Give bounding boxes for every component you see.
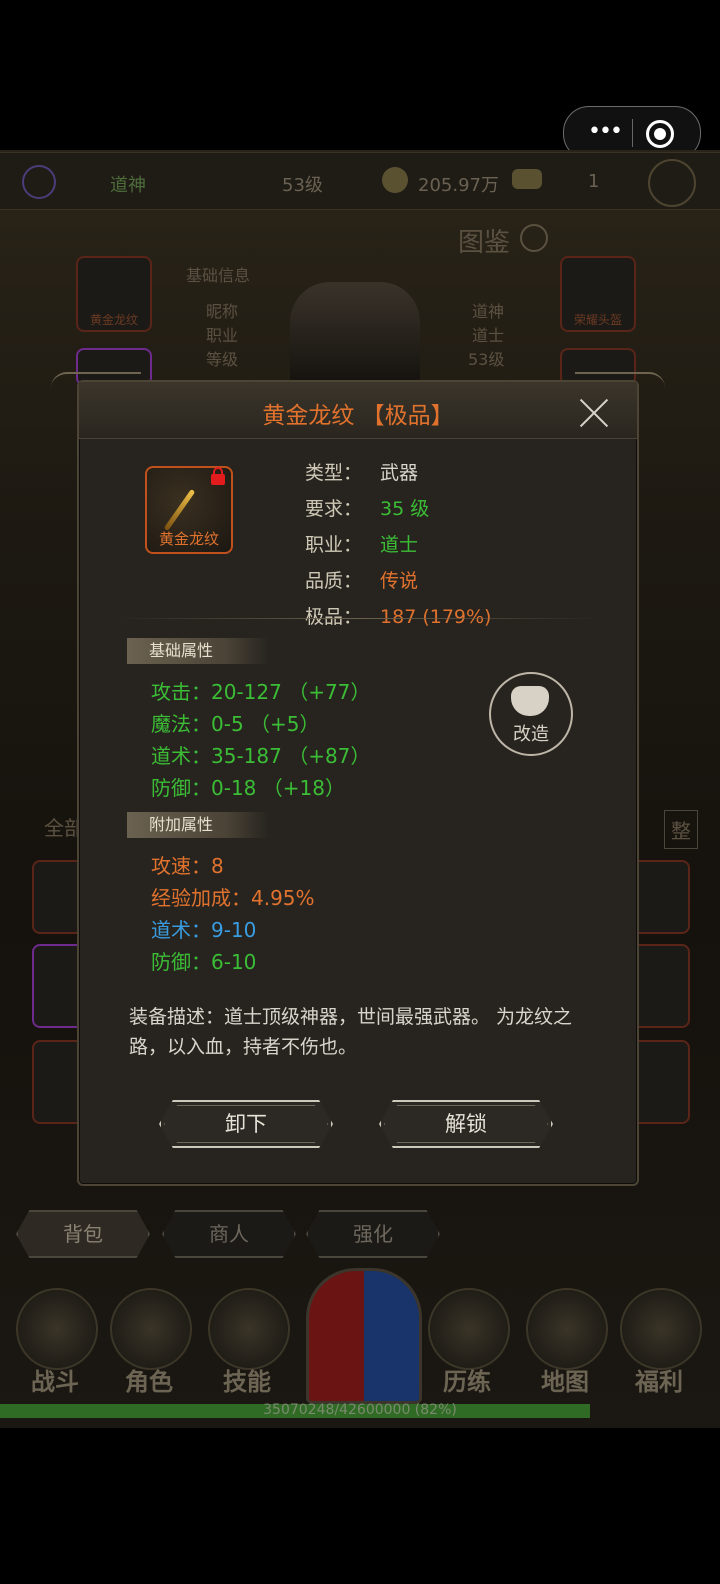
codex-title[interactable]: 图鉴 (458, 222, 510, 259)
nav-battle[interactable]: 战斗 (12, 1288, 98, 1398)
info-row-excellence: 极品： 187 (179%) (305, 606, 492, 628)
item-detail-dialog: 黄金龙纹 【极品】 黄金龙纹 类型： 武器 要求： 35 级 职业： 道士 品质： 传说… (51, 372, 665, 1186)
lock-icon (211, 467, 225, 485)
attr-taoism: 道术：35-187 （+87） (151, 744, 371, 768)
reforge-button[interactable]: 改造 (489, 672, 573, 756)
nav-map[interactable]: 地图 (522, 1288, 608, 1398)
scroll-map-icon (526, 1288, 608, 1370)
attr-attack: 攻击：20-127 （+77） (151, 680, 371, 704)
tab-merchant[interactable]: 商人 (162, 1210, 296, 1258)
tab-backpack[interactable]: 背包 (16, 1210, 150, 1258)
attr-magic: 魔法：0-5 （+5） (151, 712, 320, 736)
unlock-button[interactable]: 解锁 (379, 1100, 553, 1148)
dialog-title: 黄金龙纹 【极品】 (262, 403, 454, 429)
exp-text: 35070248/42600000 (82%) (263, 1402, 457, 1418)
info-row-type: 类型： 武器 (305, 462, 419, 484)
info-row-quality: 品质： 传说 (305, 570, 419, 592)
sort-button[interactable]: 整 (664, 810, 698, 849)
player-level: 53级 (282, 175, 323, 196)
helmet-slot-label: 荣耀头盔 (573, 313, 622, 327)
character-figure (290, 282, 420, 382)
more-dots-icon[interactable]: ••• (588, 119, 623, 144)
item-icon: 黄金龙纹 (145, 466, 233, 554)
record-icon[interactable] (646, 120, 674, 148)
nav-skills[interactable]: 技能 (204, 1288, 290, 1398)
helmet-slot[interactable]: 荣耀头盔 (560, 256, 636, 332)
treasure-chest-icon (620, 1288, 702, 1370)
vortex-icon (428, 1288, 510, 1370)
player-topbar: 道神 53级 205.97万 1 (0, 152, 720, 210)
job-value: 道士 (472, 326, 505, 345)
level-value: 53级 (468, 350, 505, 369)
level-label: 等级 (206, 350, 239, 369)
weapon-slot-label: 黄金龙纹 (89, 313, 138, 327)
gold-amount: 205.97万 (418, 175, 499, 196)
ingot-icon (512, 169, 542, 189)
player-name: 道神 (110, 175, 146, 196)
divider (119, 618, 599, 619)
extra-attr-section-title: 附加属性 (127, 812, 269, 838)
staff-icon (163, 488, 196, 532)
basic-info-title: 基础信息 (186, 266, 251, 285)
nickname-value: 道神 (472, 302, 505, 321)
item-description: 装备描述：道士顶级神器，世间最强武器。 为龙纹之路，以入血，持者不伤也。 (129, 1006, 573, 1058)
gold-coin-icon (382, 167, 408, 193)
item-icon-label: 黄金龙纹 (158, 530, 219, 548)
ingot-amount: 1 (588, 171, 600, 192)
attr-defense: 防御：0-18 （+18） (151, 776, 345, 800)
job-label: 职业 (206, 326, 239, 345)
crossed-swords-icon (16, 1288, 98, 1370)
weapon-slot[interactable]: 黄金龙纹 (76, 256, 152, 332)
reforge-label: 改造 (513, 724, 549, 745)
help-icon[interactable] (520, 224, 548, 252)
tab-enhance[interactable]: 强化 (306, 1210, 440, 1258)
base-attr-section-title: 基础属性 (127, 638, 269, 664)
center-portal-button[interactable] (306, 1268, 422, 1404)
nav-character[interactable]: 角色 (106, 1288, 192, 1398)
info-row-requirement: 要求： 35 级 (305, 498, 430, 520)
nav-welfare[interactable]: 福利 (616, 1288, 702, 1398)
nav-training[interactable]: 历练 (424, 1288, 510, 1398)
attr-attack-speed: 攻速：8 (151, 854, 224, 878)
info-row-job: 职业： 道士 (305, 534, 419, 556)
nickname-label: 昵称 (206, 302, 239, 321)
helmet-icon (110, 1288, 192, 1370)
avatar-icon[interactable] (22, 165, 56, 199)
skill-emblem-icon (208, 1288, 290, 1370)
attr-exp-bonus: 经验加成：4.95% (151, 886, 315, 910)
crown-icon[interactable] (648, 159, 696, 207)
close-icon[interactable] (577, 396, 611, 430)
attr-extra-taoism: 道术：9-10 (151, 918, 257, 942)
attr-extra-defense: 防御：6-10 (151, 950, 257, 974)
unequip-button[interactable]: 卸下 (159, 1100, 333, 1148)
capsule-divider (632, 119, 633, 147)
